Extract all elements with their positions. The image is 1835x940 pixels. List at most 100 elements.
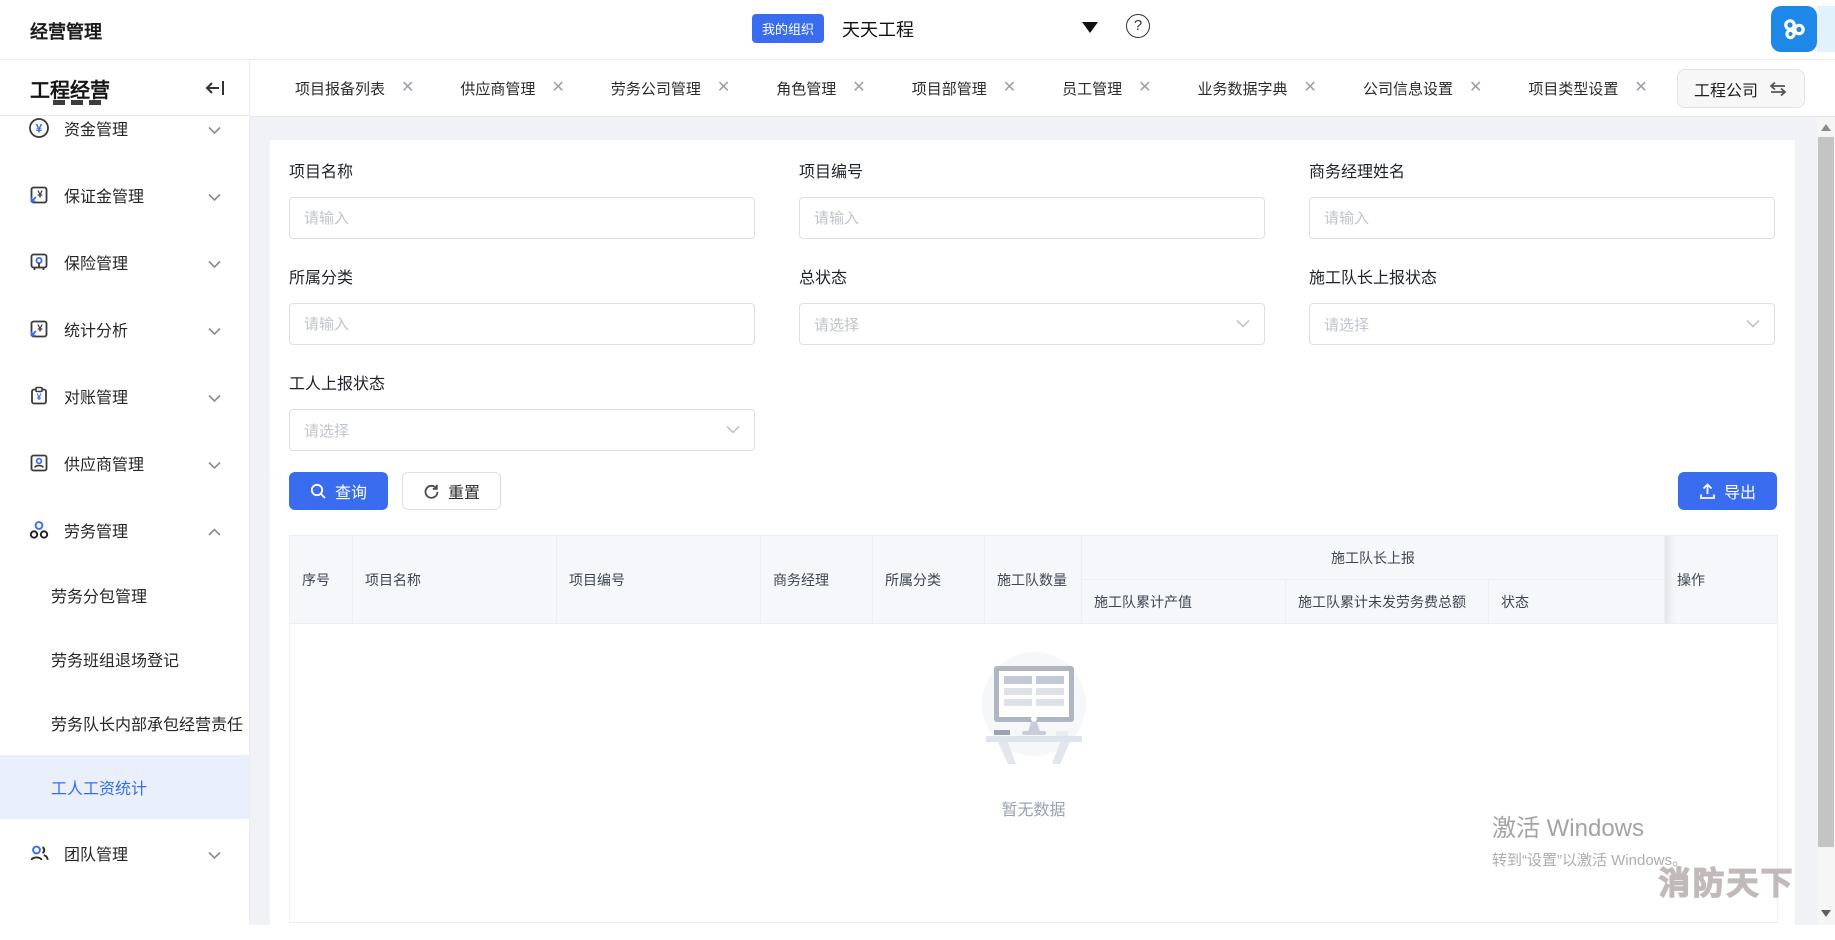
tab-labor-company-mgmt[interactable]: 劳务公司管理✕ [611,78,730,99]
collapse-sidebar-icon[interactable] [204,77,226,99]
org-switch-button[interactable]: 工程公司 [1677,69,1805,108]
tab-project-report-list[interactable]: 项目报备列表✕ [295,78,414,99]
org-dropdown-caret-icon[interactable] [1082,22,1098,33]
close-icon[interactable]: ✕ [1003,80,1016,96]
supplier-card-icon [28,452,50,474]
help-icon[interactable]: ? [1126,14,1150,38]
search-icon [310,483,327,500]
stats-yuan-icon: ¥ [28,318,50,340]
filter-project-code: 项目编号 [799,158,1265,239]
coin-yuan-icon: ¥ [28,117,50,139]
col-group-foreman-report: 施工队长上报 [1082,536,1665,580]
sidebar-subitem-foreman-contract[interactable]: 劳务队长内部承包经营责任 [0,691,249,755]
sidebar-item-deposit[interactable]: ¥ 保证金管理 [0,161,249,228]
close-icon[interactable]: ✕ [1469,80,1482,96]
filter-category: 所属分类 [289,264,755,345]
main-content: 项目名称 项目编号 商务经理姓名 所属分类 总状态 [250,117,1817,925]
sidebar-subitem-worker-wage-stats[interactable]: 工人工资统计 [0,755,249,819]
export-icon [1699,483,1716,500]
app-icon-strip [1817,6,1835,52]
sidebar-item-insurance[interactable]: 保险管理 [0,228,249,295]
foreman-report-status-select[interactable]: 请选择 [1309,303,1775,345]
filter-project-name: 项目名称 [289,158,755,239]
sidebar-item-labor[interactable]: 劳务管理 [0,496,249,563]
sidebar-menu: ¥ 资金管理 ¥ 保证金管理 [0,117,249,925]
col-header-project-name: 项目名称 [353,536,557,624]
sidebar-item-reconciliation[interactable]: ¥ 对账管理 [0,362,249,429]
project-name-input[interactable] [289,197,755,239]
col-header-category: 所属分类 [873,536,985,624]
no-data-illustration-icon [964,652,1104,770]
filter-form: 项目名称 项目编号 商务经理姓名 所属分类 总状态 [289,158,1777,451]
col-header-project-code: 项目编号 [557,536,761,624]
svg-text:¥: ¥ [37,189,43,200]
close-icon[interactable]: ✕ [1634,80,1647,96]
scrollbar-thumb[interactable] [1818,137,1834,847]
team-icon [28,842,50,864]
chevron-down-icon [208,457,221,475]
tab-project-dept-mgmt[interactable]: 项目部管理✕ [912,78,1016,99]
col-header-business-manager: 商务经理 [761,536,873,624]
clipped-menu-fragment [53,100,101,105]
topbar: 经营管理 我的组织 天天工程 ? [0,0,1835,60]
sidebar: 工程经营 ¥ 资金管理 ¥ [0,60,250,925]
filter-foreman-report-status: 施工队长上报状态 请选择 [1309,264,1775,345]
worker-report-status-select[interactable]: 请选择 [289,409,755,451]
close-icon[interactable]: ✕ [1304,80,1317,96]
org-selector[interactable]: 我的组织 天天工程 [752,14,914,43]
col-header-crew-count: 施工队数量 [985,536,1082,624]
empty-state: 暂无数据 [290,624,1777,922]
filter-overall-status: 总状态 请选择 [799,264,1265,345]
chevron-down-icon [726,421,740,439]
category-input[interactable] [289,303,755,345]
filter-worker-report-status: 工人上报状态 请选择 [289,370,755,451]
chevron-down-icon [208,256,221,274]
sidebar-item-statistics[interactable]: ¥ 统计分析 [0,295,249,362]
svg-text:¥: ¥ [37,323,43,334]
sidebar-subitem-crew-exit[interactable]: 劳务班组退场登记 [0,627,249,691]
page-scrollbar[interactable] [1817,117,1835,925]
tab-company-info-settings[interactable]: 公司信息设置✕ [1363,78,1482,99]
org-name: 天天工程 [842,16,914,42]
svg-text:¥: ¥ [36,121,43,135]
close-icon[interactable]: ✕ [551,80,564,96]
reset-button[interactable]: 重置 [402,472,501,510]
close-icon[interactable]: ✕ [717,80,730,96]
swap-arrows-icon [1768,81,1788,97]
close-icon[interactable]: ✕ [1138,80,1151,96]
chevron-down-icon [208,189,221,207]
project-code-input[interactable] [799,197,1265,239]
overall-status-select[interactable]: 请选择 [799,303,1265,345]
search-button[interactable]: 查询 [289,472,388,510]
col-header-crew-output: 施工队累计产值 [1082,580,1286,624]
chevron-up-icon [208,524,221,542]
close-icon[interactable]: ✕ [401,80,414,96]
business-manager-input[interactable] [1309,197,1775,239]
sidebar-item-supplier[interactable]: 供应商管理 [0,429,249,496]
sidebar-subitem-labor-subcontract[interactable]: 劳务分包管理 [0,563,249,627]
col-header-status: 状态 [1489,580,1665,624]
app-logo-icon[interactable] [1771,6,1817,52]
col-header-crew-unpaid: 施工队累计未发劳务费总额 [1286,580,1489,624]
scroll-up-arrow-icon[interactable] [1817,119,1835,135]
tab-project-type-settings[interactable]: 项目类型设置✕ [1528,78,1647,99]
scroll-down-arrow-icon[interactable] [1817,905,1835,921]
tab-supplier-mgmt[interactable]: 供应商管理✕ [460,78,564,99]
close-icon[interactable]: ✕ [852,80,865,96]
tab-business-dictionary[interactable]: 业务数据字典✕ [1198,78,1317,99]
chevron-down-icon [208,390,221,408]
labor-cluster-icon [28,519,50,541]
tabbar: 项目报备列表✕ 供应商管理✕ 劳务公司管理✕ 角色管理✕ 项目部管理✕ 员工管理… [250,60,1835,117]
results-table: 序号 项目名称 项目编号 商务经理 所属分类 施工队数量 施工队长上报 操作 施… [289,535,1777,923]
chevron-down-icon [208,847,221,865]
chevron-down-icon [208,122,221,140]
tab-employee-mgmt[interactable]: 员工管理✕ [1062,78,1151,99]
org-badge: 我的组织 [752,14,824,43]
clipboard-yuan-icon: ¥ [28,385,50,407]
tab-role-mgmt[interactable]: 角色管理✕ [776,78,865,99]
sidebar-item-team[interactable]: 团队管理 [0,819,249,886]
export-button[interactable]: 导出 [1678,472,1777,510]
sidebar-item-funds[interactable]: ¥ 资金管理 [0,117,249,161]
chevron-down-icon [208,323,221,341]
deposit-icon: ¥ [28,184,50,206]
